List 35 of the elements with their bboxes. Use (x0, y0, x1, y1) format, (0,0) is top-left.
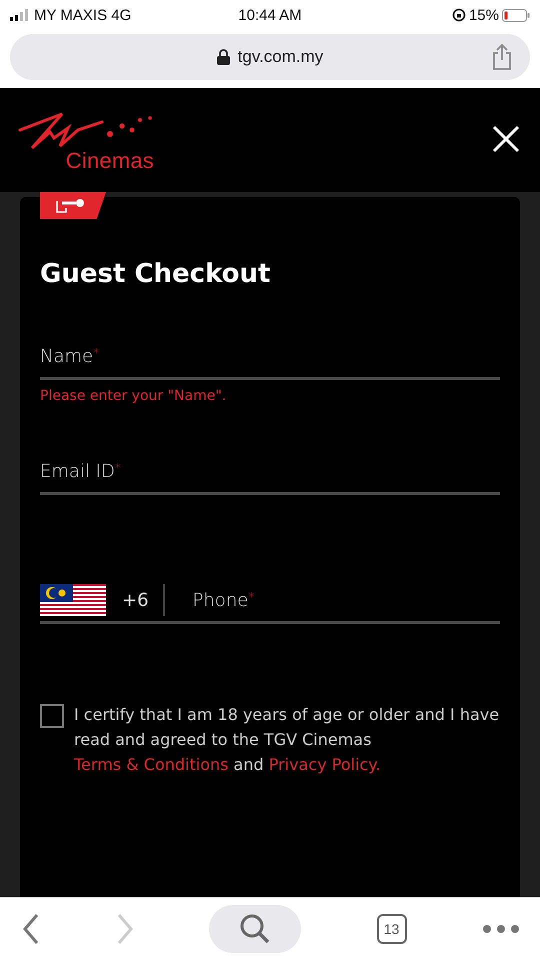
field-label: Email ID* (40, 460, 121, 482)
privacy-link[interactable]: Privacy Policy. (268, 755, 381, 774)
search-button[interactable] (209, 905, 301, 953)
checkbox[interactable] (40, 704, 64, 728)
back-button[interactable] (22, 913, 40, 945)
error-message: Please enter your "Name". (40, 388, 228, 404)
logo-text: Cinemas (66, 150, 154, 172)
battery-percent: 15% (468, 6, 499, 24)
share-icon[interactable] (492, 44, 512, 70)
page-url: tgv.com.my (238, 47, 324, 67)
rotation-lock-icon (452, 8, 466, 22)
more-button[interactable] (482, 924, 520, 934)
field-label: Name* (40, 346, 100, 366)
terms-link[interactable]: Terms & Conditions (74, 755, 228, 774)
search-icon (239, 913, 271, 945)
signal-icon (10, 9, 30, 21)
more-icon (482, 924, 520, 934)
input-field[interactable]: Email ID* (40, 450, 500, 495)
input-field[interactable]: Name* (40, 335, 500, 380)
battery-icon (502, 8, 530, 22)
country-code[interactable]: +6 (122, 590, 149, 610)
address-bar[interactable]: tgv.com.my (10, 34, 530, 80)
form-title: Guest Checkout (40, 259, 272, 289)
clock-time: 10:44 AM (238, 6, 302, 24)
back-icon (22, 913, 40, 945)
consent-text: I certify that I am 18 years of age or older and I have read and agreed to the TGV Cinemas Terms & Conditions and Privacy Policy. (74, 704, 500, 776)
lock-icon (216, 49, 230, 65)
flag-icon[interactable] (40, 584, 106, 616)
tabs-button[interactable]: 13 (376, 914, 406, 944)
key-icon (56, 198, 86, 212)
field-label: Phone* (192, 590, 254, 610)
carrier-name: MY MAXIS 4G (34, 6, 132, 24)
forward-icon (116, 913, 134, 945)
close-icon (492, 124, 520, 152)
phone-field[interactable]: +6 Phone* (40, 579, 500, 624)
